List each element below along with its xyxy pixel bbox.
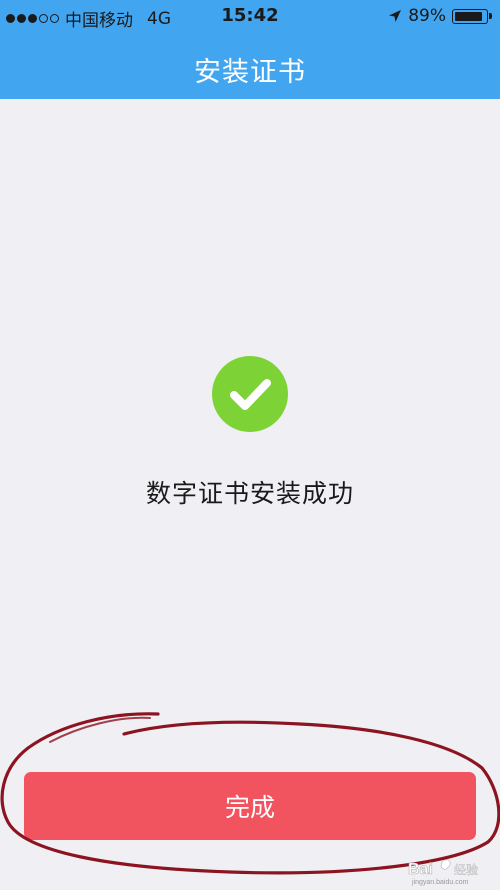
header: 中国移动 4G 15:42 89% 安装证书	[0, 0, 500, 99]
location-arrow-icon	[388, 9, 402, 23]
svg-text:jingyan.baidu.com: jingyan.baidu.com	[411, 879, 469, 886]
baidu-jingyan-watermark: Bai 经验 jingyan.baidu.com	[406, 856, 494, 886]
success-message: 数字证书安装成功	[145, 479, 354, 508]
status-right: 89%	[388, 6, 492, 26]
battery-percent: 89%	[408, 6, 446, 26]
done-button[interactable]: 完成	[24, 772, 476, 840]
annotation-circle	[0, 712, 500, 875]
battery-fill	[455, 11, 482, 21]
battery-icon	[452, 8, 492, 24]
page-title: 安装证书	[194, 57, 306, 88]
svg-text:Bai: Bai	[408, 861, 433, 878]
status-bar: 中国移动 4G 15:42 89%	[0, 0, 500, 34]
checkmark-circle-icon	[212, 356, 288, 432]
svg-text:经验: 经验	[454, 862, 478, 877]
